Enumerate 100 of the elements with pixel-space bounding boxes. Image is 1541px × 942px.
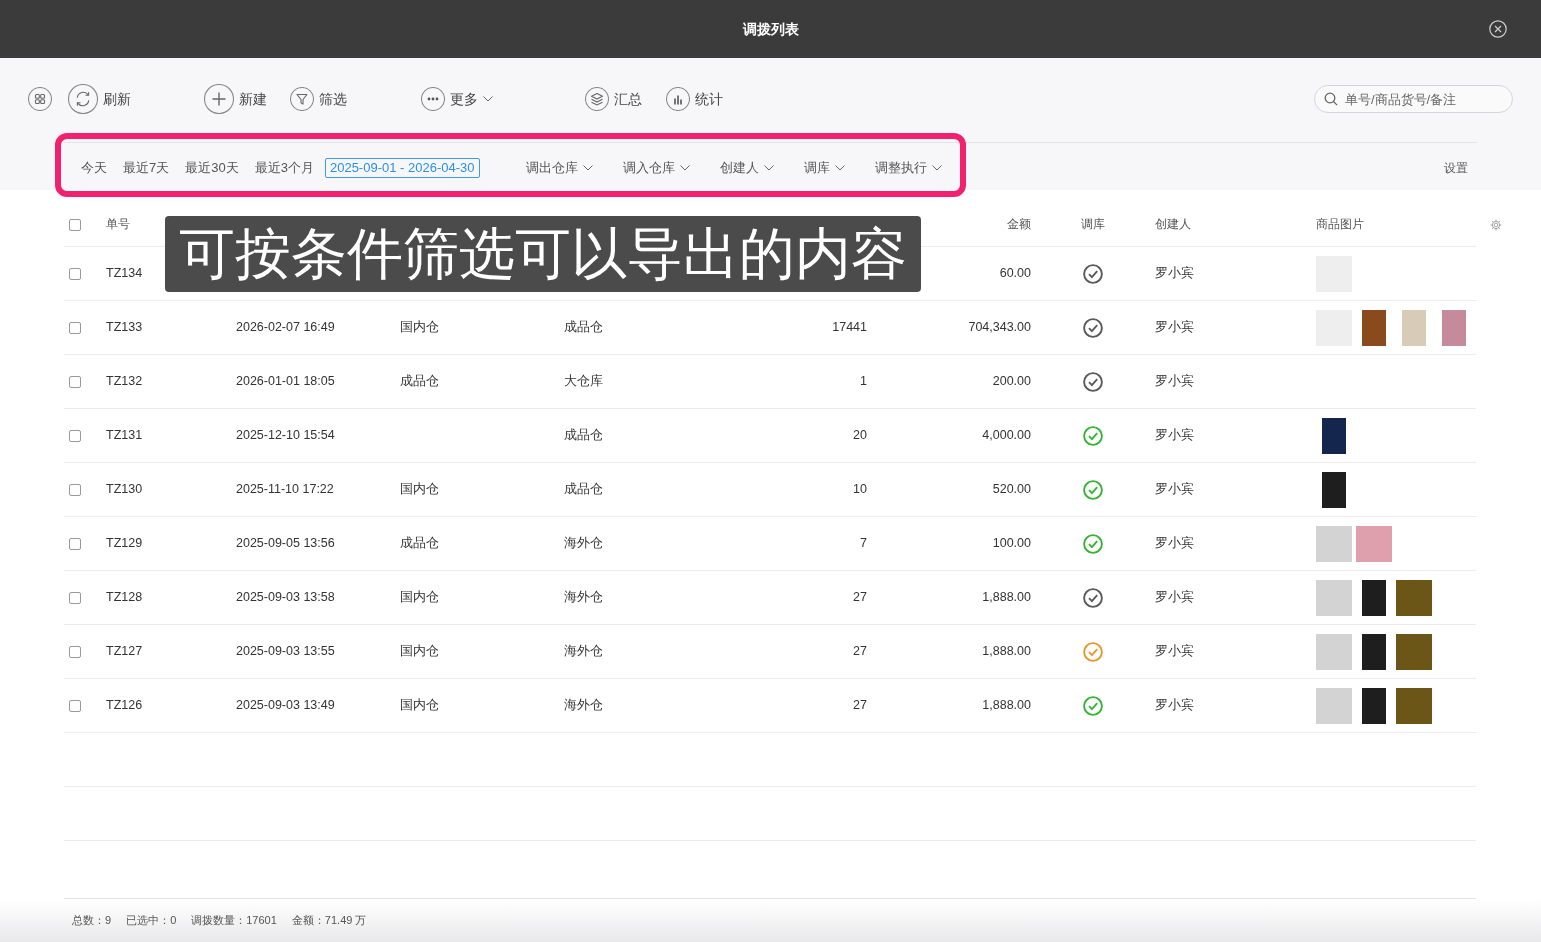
status-text: 已选中：0	[126, 913, 177, 929]
row-checkbox[interactable]	[69, 267, 81, 280]
filter-dropdown[interactable]: 调入仓库	[622, 160, 690, 176]
table-cell: 200.00	[992, 374, 1031, 389]
chevron-down-icon	[582, 165, 593, 171]
column-header: 调库	[1081, 216, 1105, 232]
table-cell: 罗小宾	[1155, 590, 1194, 605]
table-cell: 罗小宾	[1155, 320, 1194, 335]
row-checkbox[interactable]	[69, 375, 81, 388]
table-cell: TZ132	[106, 374, 143, 389]
row-checkbox[interactable]	[69, 645, 81, 658]
table-cell: TZ134	[106, 266, 143, 281]
row-checkbox[interactable]	[69, 537, 81, 550]
table-cell: 2025-09-03 13:58	[236, 590, 335, 605]
table-cell: 17441	[832, 320, 867, 335]
table-cell: TZ130	[106, 482, 143, 497]
table-cell: 2025-12-10 15:54	[236, 428, 335, 443]
filter-dropdown[interactable]: 调整执行	[874, 160, 942, 176]
table-cell: 成品仓	[400, 536, 439, 551]
table-cell: 大仓库	[564, 374, 603, 389]
table-cell: 国内仓	[400, 320, 439, 335]
chevron-down-icon	[834, 165, 845, 171]
table-cell: 海外仓	[564, 644, 603, 659]
table-cell: 罗小宾	[1155, 698, 1194, 713]
row-checkbox[interactable]	[69, 321, 81, 334]
table-cell: TZ126	[106, 698, 143, 713]
table-cell: 罗小宾	[1155, 374, 1194, 389]
table-cell: 成品仓	[564, 320, 603, 335]
range-option[interactable]: 最近30天	[185, 160, 239, 176]
table-cell: 20	[853, 428, 867, 443]
table-cell: 704,343.00	[968, 320, 1031, 335]
table-cell: TZ129	[106, 536, 143, 551]
table-cell: 520.00	[992, 482, 1031, 497]
table-cell: 27	[853, 590, 867, 605]
row-checkbox[interactable]	[69, 483, 81, 496]
table-cell: 60.00	[999, 266, 1031, 281]
table-cell: TZ131	[106, 428, 143, 443]
status-text: 调拨数量：17601	[191, 913, 277, 929]
layers-icon	[585, 87, 609, 111]
row-checkbox[interactable]	[69, 699, 81, 712]
funnel-icon	[290, 87, 314, 111]
range-option[interactable]: 最近3个月	[254, 160, 314, 176]
column-header: 创建人	[1155, 217, 1191, 230]
search-icon	[1324, 92, 1338, 106]
chevron-down-icon	[679, 165, 690, 171]
refresh-icon	[68, 84, 98, 114]
plus-icon	[204, 84, 234, 114]
table-cell: 100.00	[992, 536, 1031, 551]
deleted-image-placeholder	[1316, 525, 1352, 562]
filter-dropdown[interactable]: 创建人	[719, 160, 774, 176]
window-title: 调拨列表	[742, 19, 799, 39]
table-cell: 国内仓	[400, 644, 439, 659]
annotation-caption: 可按条件筛选可以导出的内容	[165, 216, 921, 292]
filter-button[interactable]: 筛选	[290, 87, 347, 111]
bar-chart-icon	[666, 87, 690, 111]
table-cell: 1,888.00	[982, 698, 1031, 713]
table-cell: 27	[853, 644, 867, 659]
table-cell: TZ133	[106, 320, 143, 335]
table-cell: 罗小宾	[1155, 644, 1194, 659]
table-cell: 国内仓	[400, 590, 439, 605]
more-button[interactable]: 更多	[421, 87, 493, 111]
table-cell: TZ128	[106, 590, 143, 605]
table-cell: 2025-09-05 13:56	[236, 536, 335, 551]
dots-icon	[421, 87, 445, 111]
column-header: 单号	[106, 217, 130, 230]
chevron-down-icon	[931, 165, 942, 171]
deleted-image-placeholder	[1316, 579, 1352, 616]
status-text: 金额：71.49 万	[291, 913, 367, 929]
table-cell: 罗小宾	[1155, 536, 1194, 551]
table-cell: 海外仓	[564, 698, 603, 713]
settings-icon[interactable]	[1490, 219, 1502, 231]
table-cell: 2025-11-10 17:22	[236, 482, 334, 497]
search-field[interactable]: 单号/商品货号/备注	[1314, 85, 1513, 113]
table-cell: 成品仓	[400, 374, 439, 389]
table-cell: 成品仓	[564, 428, 603, 443]
row-checkbox[interactable]	[69, 591, 81, 604]
row-checkbox[interactable]	[69, 429, 81, 442]
settings-button[interactable]: 设置	[1444, 159, 1468, 177]
select-all-checkbox[interactable]	[69, 218, 81, 231]
table-cell: 27	[853, 698, 867, 713]
filter-dropdown[interactable]: 调出仓库	[525, 160, 593, 176]
table-cell: 罗小宾	[1155, 482, 1194, 497]
table-cell: 1,888.00	[982, 590, 1031, 605]
table-cell: 海外仓	[564, 590, 603, 605]
statistics-button[interactable]: 统计	[666, 87, 723, 111]
apps-button[interactable]	[28, 87, 52, 111]
range-option[interactable]: 最近7天	[123, 160, 170, 176]
filter-dropdown[interactable]: 调库	[803, 160, 845, 176]
table-cell: 成品仓	[564, 482, 603, 497]
table-cell: 海外仓	[564, 536, 603, 551]
range-option[interactable]: 今天	[81, 160, 107, 176]
table-cell: 2026-02-07 16:49	[236, 320, 335, 335]
close-icon[interactable]	[1489, 20, 1507, 38]
summary-button[interactable]: 汇总	[585, 87, 642, 111]
table-cell: 国内仓	[400, 482, 439, 497]
refresh-button[interactable]: 刷新	[68, 84, 131, 114]
chevron-down-icon	[763, 165, 774, 171]
table-cell: 1,888.00	[982, 644, 1031, 659]
new-button[interactable]: 新建	[204, 84, 267, 114]
deleted-image-placeholder	[1316, 687, 1352, 724]
